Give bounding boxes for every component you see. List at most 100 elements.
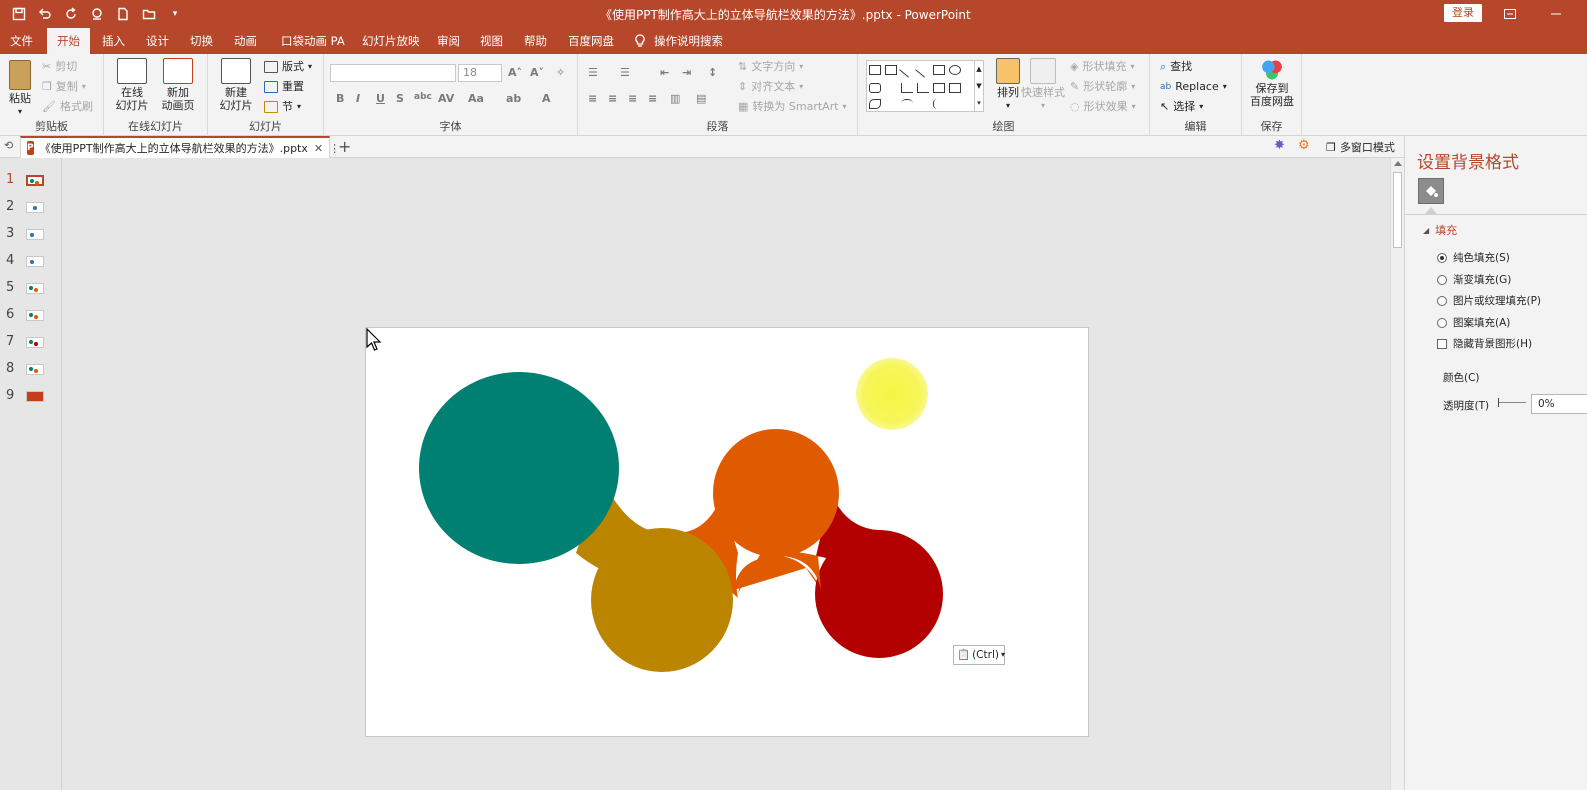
- font-size-box[interactable]: 18: [458, 64, 502, 82]
- add-tab-icon[interactable]: +: [338, 137, 351, 156]
- new-slide-button[interactable]: 新建 幻灯片: [214, 58, 258, 112]
- layout-button[interactable]: 版式 ▾: [264, 58, 312, 76]
- tab-pocket-animation[interactable]: 口袋动画 PA: [271, 28, 355, 54]
- scroll-up-icon[interactable]: [1394, 161, 1402, 166]
- cut-button[interactable]: ✂ 剪切: [42, 58, 77, 76]
- pattern-fill-radio[interactable]: 图案填充(A): [1437, 315, 1510, 330]
- tab-review[interactable]: 审阅: [427, 28, 470, 54]
- clear-format-icon[interactable]: ✧: [556, 66, 565, 79]
- arrow-line-shape-icon[interactable]: [915, 62, 931, 78]
- line-shape-icon[interactable]: [899, 62, 915, 78]
- tab-home[interactable]: 开始: [47, 28, 90, 54]
- italic-icon[interactable]: I: [356, 92, 360, 105]
- highlight-icon[interactable]: ab: [506, 92, 521, 105]
- tab-transitions[interactable]: 切换: [180, 28, 223, 54]
- smartart-button[interactable]: ▦ 转换为 SmartArt ▾: [738, 98, 847, 116]
- down-arrow-shape-icon[interactable]: [949, 83, 961, 93]
- shape-outline-button[interactable]: ✎ 形状轮廓 ▾: [1070, 78, 1135, 96]
- freeform-shape-icon[interactable]: [869, 99, 881, 109]
- line-spacing-icon[interactable]: ↕: [708, 66, 717, 79]
- elbow-arrow-shape-icon[interactable]: [917, 83, 929, 93]
- rectangle-shape-icon[interactable]: [933, 65, 945, 75]
- slide-thumbnail[interactable]: 6: [0, 305, 62, 325]
- new-file-icon[interactable]: [112, 4, 134, 24]
- slide-thumbnail[interactable]: 4: [0, 251, 62, 271]
- find-button[interactable]: ⌕ 查找: [1160, 58, 1192, 76]
- picture-fill-radio[interactable]: 图片或纹理填充(P): [1437, 293, 1541, 308]
- select-button[interactable]: ↖ 选择 ▾: [1160, 98, 1203, 116]
- format-painter-button[interactable]: 🖌 格式刷: [42, 98, 93, 116]
- copy-button[interactable]: ❐ 复制 ▾: [42, 78, 86, 96]
- slide-thumbnail[interactable]: 1: [0, 170, 62, 190]
- shapes-gallery[interactable]: [866, 60, 982, 112]
- transparency-input[interactable]: 0%: [1531, 394, 1587, 414]
- login-button[interactable]: 登录: [1444, 4, 1482, 22]
- customize-qat-icon[interactable]: ▾: [164, 4, 186, 24]
- tab-list-icon[interactable]: ⟲: [4, 139, 13, 152]
- align-text-button[interactable]: ⇕ 对齐文本 ▾: [738, 78, 803, 96]
- fill-section-header[interactable]: ◢ 填充: [1423, 222, 1457, 238]
- gear-icon[interactable]: ⚙: [1298, 138, 1310, 153]
- rounded-rect-shape-icon[interactable]: [869, 83, 881, 93]
- paste-options-button[interactable]: 📋 (Ctrl) ▾: [953, 645, 1005, 665]
- grow-font-icon[interactable]: A˄: [508, 66, 522, 79]
- tab-design[interactable]: 设计: [136, 28, 179, 54]
- font-name-box[interactable]: [330, 64, 456, 82]
- bullets-icon[interactable]: ☰: [588, 66, 598, 79]
- transparency-slider[interactable]: [1498, 398, 1526, 407]
- char-spacing-icon[interactable]: AV: [438, 92, 454, 105]
- from-beginning-icon[interactable]: [86, 4, 108, 24]
- decrease-indent-icon[interactable]: ⇤: [660, 66, 669, 79]
- shapes-scroll[interactable]: ▲ ▼ ▾: [974, 60, 984, 112]
- right-arrow-shape-icon[interactable]: [933, 83, 945, 93]
- arc-shape-icon[interactable]: [901, 99, 913, 109]
- hide-background-checkbox[interactable]: 隐藏背景图形(H): [1437, 336, 1532, 351]
- slide-thumbnail[interactable]: 3: [0, 224, 62, 244]
- scrollbar-thumb[interactable]: [1393, 172, 1402, 248]
- tab-baidu-netdisk[interactable]: 百度网盘: [558, 28, 624, 54]
- save-to-baidu-button[interactable]: 保存到 百度网盘: [1248, 58, 1296, 108]
- slide-thumbnail[interactable]: 7: [0, 332, 62, 352]
- undo-icon[interactable]: [34, 4, 56, 24]
- new-anim-page-button[interactable]: 新加 动画页: [156, 58, 200, 112]
- connector-shape-icon[interactable]: [901, 83, 913, 93]
- align-right-icon[interactable]: ≡: [628, 92, 637, 105]
- align-center-icon[interactable]: ≡: [608, 92, 617, 105]
- bold-icon[interactable]: B: [336, 92, 344, 105]
- current-slide[interactable]: 📋 (Ctrl) ▾: [365, 327, 1089, 737]
- text-direction-button[interactable]: ⇅ 文字方向 ▾: [738, 58, 803, 76]
- increase-indent-icon[interactable]: ⇥: [682, 66, 691, 79]
- gradient-fill-radio[interactable]: 渐变填充(G): [1437, 272, 1511, 287]
- document-tab[interactable]: P 《使用PPT制作高大上的立体导航栏效果的方法》.pptx ✕ ⋮: [20, 136, 340, 158]
- slide-thumbnail[interactable]: 2: [0, 197, 62, 217]
- orange-circle[interactable]: [713, 429, 839, 557]
- section-button[interactable]: 节 ▾: [264, 98, 301, 116]
- replace-button[interactable]: ab Replace ▾: [1160, 78, 1227, 96]
- fill-tab-icon[interactable]: [1418, 178, 1444, 204]
- shrink-font-icon[interactable]: A˅: [530, 66, 544, 79]
- tell-me-search[interactable]: 操作说明搜索: [634, 28, 723, 54]
- distributed-icon[interactable]: ▥: [670, 92, 680, 105]
- online-slides-button[interactable]: 在线 幻灯片: [110, 58, 154, 112]
- strikethrough-icon[interactable]: abc: [414, 92, 432, 102]
- shape-effects-button[interactable]: ◌ 形状效果 ▾: [1070, 98, 1136, 116]
- font-color-icon[interactable]: A: [542, 92, 551, 105]
- change-case-icon[interactable]: Aa: [468, 92, 484, 105]
- tab-animations[interactable]: 动画: [224, 28, 267, 54]
- open-folder-icon[interactable]: [138, 4, 160, 24]
- reset-button[interactable]: 重置: [264, 78, 304, 96]
- teal-circle[interactable]: [419, 372, 619, 564]
- vertical-scrollbar[interactable]: [1390, 158, 1404, 790]
- quick-styles-button[interactable]: 快速样式 ▾: [1020, 58, 1066, 112]
- underline-icon[interactable]: U: [376, 92, 385, 105]
- oval-shape-icon[interactable]: [949, 65, 961, 75]
- red-circle[interactable]: [815, 530, 943, 658]
- gold-circle[interactable]: [591, 528, 733, 672]
- slide-thumbnail[interactable]: 8: [0, 359, 62, 379]
- tab-file[interactable]: 文件: [0, 28, 43, 54]
- ribbon-display-icon[interactable]: [1496, 4, 1524, 24]
- paste-button[interactable]: 粘贴 ▾: [0, 58, 40, 118]
- solid-fill-radio[interactable]: 纯色填充(S): [1437, 250, 1510, 265]
- slide-thumbnail[interactable]: 9: [0, 386, 62, 406]
- slide-thumbnail[interactable]: 5: [0, 278, 62, 298]
